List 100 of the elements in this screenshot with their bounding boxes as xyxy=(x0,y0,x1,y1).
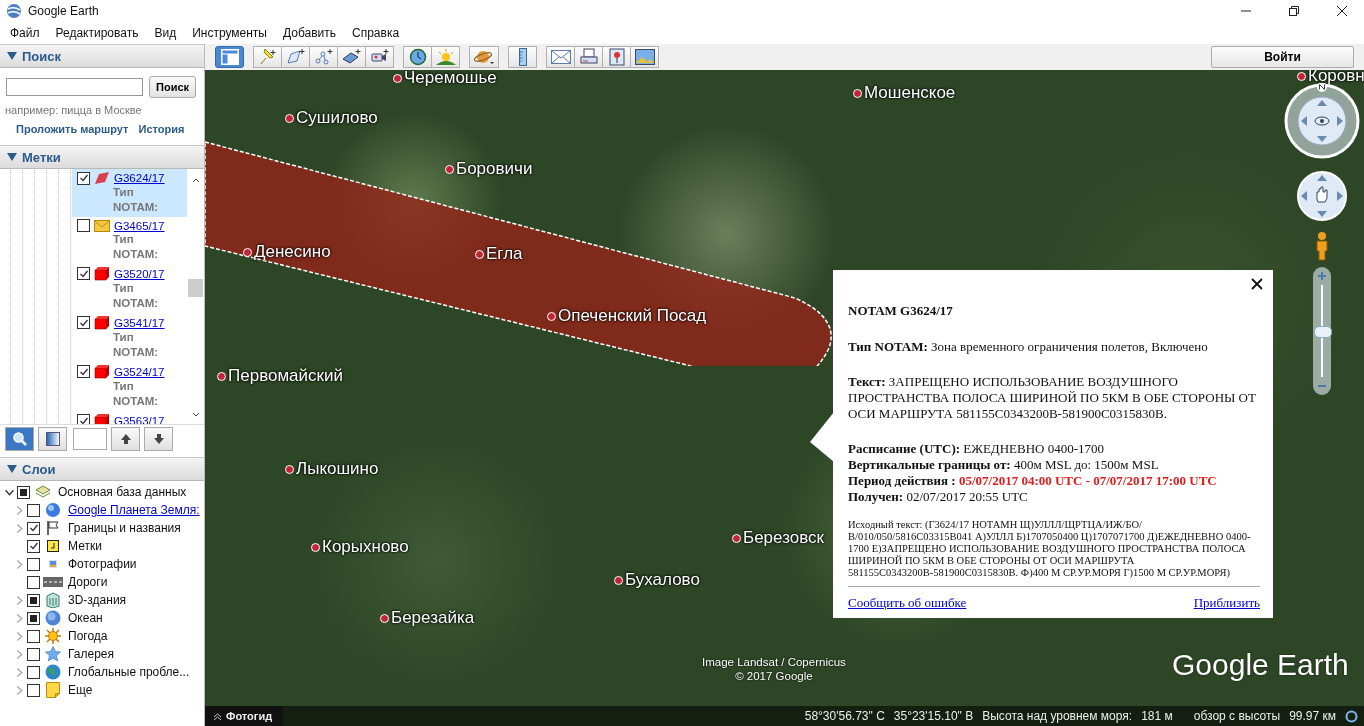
toolbar-button[interactable] xyxy=(281,46,310,68)
place-name[interactable]: Боровичи xyxy=(456,159,533,179)
toolbar-button[interactable] xyxy=(469,46,499,68)
close-icon[interactable] xyxy=(1336,5,1348,17)
checkbox[interactable] xyxy=(77,414,90,424)
toolbar-button[interactable] xyxy=(630,46,659,68)
place-name[interactable]: Черемошье xyxy=(404,70,497,88)
menu-item[interactable]: Справка xyxy=(344,26,408,40)
place-item[interactable]: G3524/17 Тип NOTAM: xyxy=(72,362,187,411)
checkbox[interactable] xyxy=(27,647,40,661)
place-marker-icon[interactable] xyxy=(475,249,484,259)
toolbar-button[interactable] xyxy=(403,46,432,68)
collapse-triangle-icon[interactable] xyxy=(7,152,17,162)
checkbox[interactable] xyxy=(27,557,40,571)
link[interactable]: История xyxy=(138,123,185,135)
toolbar-button[interactable] xyxy=(602,46,631,68)
place-link[interactable]: G3624/17 xyxy=(114,172,165,184)
panel-header[interactable]: Поиск xyxy=(0,44,204,68)
expand-chevron-icon[interactable] xyxy=(4,487,14,497)
place-marker-icon[interactable] xyxy=(217,371,226,381)
pegman-icon[interactable] xyxy=(1315,231,1329,261)
place-marker-icon[interactable] xyxy=(853,88,862,98)
place-name[interactable]: Денесино xyxy=(254,242,331,262)
checkbox[interactable] xyxy=(27,539,40,553)
search-places-button[interactable] xyxy=(5,427,34,451)
place-name[interactable]: Березовск xyxy=(743,528,824,548)
link[interactable]: Проложить маршрут xyxy=(16,123,129,135)
place-name[interactable]: Коровн xyxy=(1308,70,1364,86)
place-item[interactable]: G3624/17 Тип NOTAM: xyxy=(72,169,187,217)
checkbox[interactable] xyxy=(77,316,90,329)
menu-item[interactable]: Файл xyxy=(2,26,48,40)
place-item[interactable]: G3465/17 Тип NOTAM: xyxy=(72,217,187,264)
place-link[interactable]: G3541/17 xyxy=(114,316,165,329)
place-name[interactable]: Мошенское xyxy=(864,83,956,103)
place-name[interactable]: Корыхново xyxy=(322,537,409,557)
place-name[interactable]: Сушилово xyxy=(296,108,378,128)
place-marker-icon[interactable] xyxy=(1297,71,1306,81)
link[interactable]: Сообщить об ошибке xyxy=(848,595,967,611)
toolbar-button[interactable] xyxy=(253,46,282,68)
toolbar-button[interactable] xyxy=(337,46,366,68)
scrollbar-thumb[interactable] xyxy=(188,279,203,297)
zoom-slider-thumb[interactable] xyxy=(1314,326,1332,338)
collapse-triangle-icon[interactable] xyxy=(7,51,17,61)
place-marker-icon[interactable] xyxy=(285,464,294,474)
checkbox[interactable] xyxy=(77,171,90,185)
place-marker-icon[interactable] xyxy=(285,113,294,123)
place-marker-icon[interactable] xyxy=(380,613,389,623)
search-field[interactable] xyxy=(6,78,143,96)
place-link[interactable]: G3563/17 xyxy=(114,414,165,424)
checkbox[interactable] xyxy=(27,521,40,535)
panel-header[interactable]: Метки xyxy=(0,145,204,169)
checkbox[interactable] xyxy=(27,629,40,643)
place-marker-icon[interactable] xyxy=(393,73,402,83)
sign-in-button[interactable]: Войти xyxy=(1211,46,1354,68)
satellite-imagery[interactable] xyxy=(205,70,1364,726)
filter-field[interactable] xyxy=(73,428,107,450)
menu-item[interactable]: Редактировать xyxy=(47,26,147,40)
checkbox[interactable] xyxy=(77,219,90,232)
place-name[interactable]: Лыкошино xyxy=(296,459,379,479)
close-icon[interactable] xyxy=(1251,278,1263,290)
link[interactable]: Приблизить xyxy=(1193,595,1260,611)
place-link[interactable]: G3524/17 xyxy=(114,365,165,378)
place-name[interactable]: Первомайский xyxy=(228,366,343,386)
toolbar-button[interactable] xyxy=(574,46,603,68)
toolbar-button[interactable] xyxy=(546,46,575,68)
collapse-triangle-icon[interactable] xyxy=(7,464,17,474)
checkbox[interactable] xyxy=(27,575,40,589)
menu-item[interactable]: Инструменты xyxy=(184,26,275,40)
place-marker-icon[interactable] xyxy=(311,542,320,552)
menu-item[interactable]: Добавить xyxy=(274,26,344,40)
place-name[interactable]: Бухалово xyxy=(625,570,700,590)
place-item[interactable]: G3520/17 Тип NOTAM: xyxy=(72,264,187,313)
place-marker-icon[interactable] xyxy=(547,311,556,321)
place-marker-icon[interactable] xyxy=(614,575,623,585)
move-down-button[interactable] xyxy=(144,427,173,451)
checkbox[interactable] xyxy=(77,267,90,280)
place-link[interactable]: G3465/17 xyxy=(114,219,165,232)
panel-header[interactable]: Слои xyxy=(0,457,204,481)
checkbox[interactable] xyxy=(27,503,40,517)
tour-guide-button[interactable]: Фотогид xyxy=(205,706,283,726)
place-name[interactable]: Березайка xyxy=(391,608,475,628)
scroll-up-icon[interactable] xyxy=(191,177,200,183)
place-name[interactable]: Опеченский Посад xyxy=(558,306,707,326)
place-item[interactable]: G3563/17 xyxy=(72,411,187,424)
zoom-slider[interactable] xyxy=(1313,267,1331,395)
checkbox[interactable] xyxy=(27,665,40,679)
place-item[interactable]: G3541/17 Тип NOTAM: xyxy=(72,313,187,362)
checkbox[interactable] xyxy=(27,683,40,697)
move-up-button[interactable] xyxy=(111,427,140,451)
place-marker-icon[interactable] xyxy=(445,164,454,174)
menu-item[interactable]: Вид xyxy=(146,26,185,40)
scroll-down-icon[interactable] xyxy=(191,412,200,418)
place-marker-icon[interactable] xyxy=(732,533,741,543)
search-button[interactable]: Поиск xyxy=(149,76,196,98)
place-marker-icon[interactable] xyxy=(243,247,252,257)
place-name[interactable]: Егла xyxy=(486,244,523,264)
checkbox[interactable] xyxy=(77,365,90,378)
toolbar-button[interactable] xyxy=(508,46,537,68)
maximize-icon[interactable] xyxy=(1288,5,1300,17)
split-view-button[interactable] xyxy=(38,427,67,451)
